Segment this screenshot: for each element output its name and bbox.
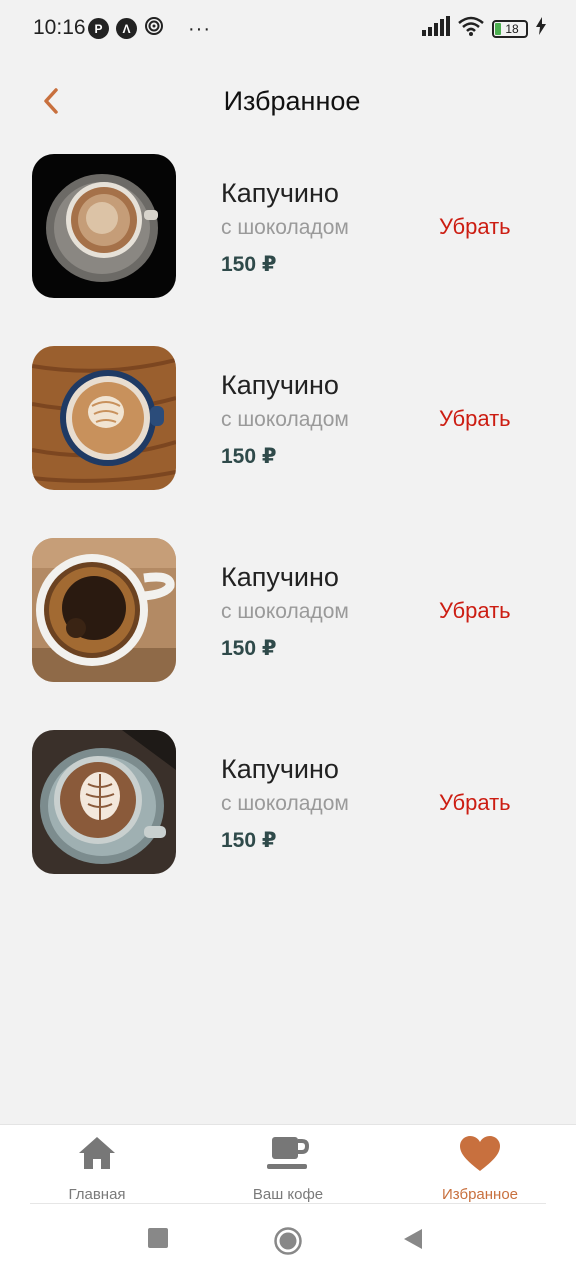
list-item: Капучино с шоколадом 150 ₽ Убрать [0, 538, 576, 730]
item-name: Капучино [221, 370, 339, 400]
item-price: 150 ₽ [221, 829, 277, 852]
status-notification-icons: P Λ ··· [88, 16, 211, 41]
battery-icon: 18 [492, 19, 528, 38]
signal-icon [422, 16, 450, 41]
item-subtitle: с шоколадом [221, 408, 349, 431]
favorites-list: Капучино с шоколадом 150 ₽ Убрать Капучи… [0, 154, 576, 922]
charging-icon [536, 17, 546, 40]
item-subtitle: с шоколадом [221, 792, 349, 815]
status-time: 10:16 [33, 16, 86, 39]
item-price: 150 ₽ [221, 445, 277, 468]
wifi-icon [458, 16, 484, 41]
status-bar: 10:16 P Λ ··· 18 [0, 0, 576, 56]
nav-item-home[interactable]: Главная [22, 1125, 172, 1205]
item-price: 150 ₽ [221, 637, 277, 660]
coffee-image [32, 154, 176, 298]
item-name: Капучино [221, 754, 339, 784]
home-icon [79, 1137, 115, 1169]
list-item: Капучино с шоколадом 150 ₽ Убрать [0, 346, 576, 538]
status-system-icons: 18 [422, 16, 546, 41]
a-icon: Λ [116, 18, 137, 39]
remove-button[interactable]: Убрать [439, 598, 511, 624]
system-navigation-bar [0, 1204, 576, 1280]
list-item: Капучино с шоколадом 150 ₽ Убрать [0, 154, 576, 346]
bottom-navigation: Главная Ваш кофе Избранное [0, 1124, 576, 1204]
remove-button[interactable]: Убрать [439, 406, 511, 432]
remove-button[interactable]: Убрать [439, 790, 511, 816]
item-name: Капучино [221, 178, 339, 208]
item-name: Капучино [221, 562, 339, 592]
home-circle-icon[interactable] [273, 1226, 303, 1256]
heart-icon [460, 1136, 500, 1171]
page-title: Избранное [223, 86, 361, 116]
header: Избранное [0, 70, 576, 134]
swirl-icon [144, 16, 164, 41]
nav-item-your-coffee[interactable]: Ваш кофе [213, 1125, 363, 1205]
item-price: 150 ₽ [221, 253, 277, 276]
coffee-image [32, 346, 176, 490]
coffee-image [32, 538, 176, 682]
list-item: Капучино с шоколадом 150 ₽ Убрать [0, 730, 576, 922]
nav-label: Избранное [441, 1186, 519, 1203]
item-subtitle: с шоколадом [221, 600, 349, 623]
recents-square-icon[interactable] [148, 1228, 168, 1248]
nav-label: Ваш кофе [252, 1186, 324, 1203]
p-icon: P [88, 18, 109, 39]
coffee-cup-icon [267, 1137, 310, 1169]
remove-button[interactable]: Убрать [439, 214, 511, 240]
nav-item-favorites[interactable]: Избранное [405, 1125, 555, 1205]
coffee-image [32, 730, 176, 874]
more-notifications-icon: ··· [188, 17, 211, 40]
back-triangle-icon[interactable] [403, 1228, 423, 1250]
battery-level: 18 [505, 21, 519, 36]
item-subtitle: с шоколадом [221, 216, 349, 239]
nav-label: Главная [68, 1186, 126, 1203]
